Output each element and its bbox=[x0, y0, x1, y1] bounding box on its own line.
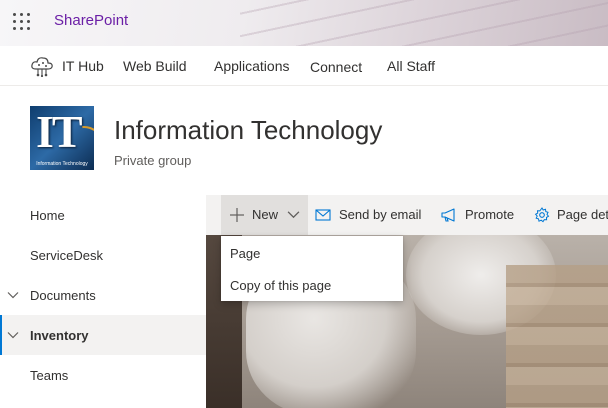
new-menu-item-copy-page[interactable]: Copy of this page bbox=[221, 269, 403, 301]
hub-link-web-build[interactable]: Web Build bbox=[123, 58, 187, 74]
site-logo[interactable]: IT Information Technology bbox=[30, 106, 94, 170]
hub-link-all-staff[interactable]: All Staff bbox=[387, 58, 435, 74]
nav-item-documents[interactable]: Documents bbox=[0, 275, 206, 315]
app-launcher-icon[interactable] bbox=[13, 13, 31, 31]
site-group-type: Private group bbox=[114, 153, 192, 168]
send-by-email-button[interactable]: Send by email bbox=[315, 195, 431, 235]
nav-item-label: Inventory bbox=[30, 328, 89, 343]
nav-item-label: ServiceDesk bbox=[30, 248, 103, 263]
chevron-down-icon bbox=[287, 211, 300, 219]
hero-image-boxes bbox=[506, 265, 608, 408]
suite-bar: SharePoint bbox=[0, 0, 608, 46]
cloud-network-icon[interactable] bbox=[30, 55, 54, 77]
new-menu-dropdown: Page Copy of this page bbox=[221, 236, 403, 301]
promote-label: Promote bbox=[465, 207, 515, 222]
plus-icon bbox=[230, 208, 244, 222]
nav-item-label: Teams bbox=[30, 368, 69, 383]
app-name[interactable]: SharePoint bbox=[54, 12, 128, 29]
suite-bar-background bbox=[240, 0, 608, 46]
nav-item-label: Documents bbox=[30, 288, 96, 303]
new-button-label: New bbox=[252, 207, 279, 222]
hub-link-applications[interactable]: Applications bbox=[214, 58, 290, 74]
command-bar: New Send by email Promote Page details bbox=[206, 195, 608, 235]
hub-nav: IT Hub Web Build Applications Connect Al… bbox=[0, 46, 608, 86]
site-header: IT Information Technology Information Te… bbox=[0, 87, 608, 194]
gear-icon bbox=[534, 207, 550, 223]
chevron-down-icon[interactable] bbox=[7, 329, 19, 341]
page-details-button[interactable]: Page details bbox=[534, 195, 608, 235]
new-menu-item-label: Page bbox=[230, 246, 261, 261]
megaphone-icon bbox=[441, 208, 455, 222]
chevron-down-icon[interactable] bbox=[7, 289, 19, 301]
nav-item-home[interactable]: Home bbox=[0, 195, 206, 235]
send-by-email-label: Send by email bbox=[339, 207, 422, 222]
nav-item-label: Home bbox=[30, 208, 65, 223]
hub-link-connect[interactable]: Connect bbox=[310, 59, 362, 75]
hub-link-it-hub[interactable]: IT Hub bbox=[62, 58, 104, 74]
new-button[interactable]: New bbox=[221, 195, 308, 235]
site-logo-subtext: Information Technology bbox=[36, 161, 88, 167]
nav-item-inventory[interactable]: Inventory bbox=[0, 315, 206, 355]
nav-item-teams[interactable]: Teams bbox=[0, 355, 206, 395]
promote-button[interactable]: Promote bbox=[441, 195, 521, 235]
new-menu-item-page[interactable]: Page bbox=[221, 237, 403, 269]
nav-item-servicedesk[interactable]: ServiceDesk bbox=[0, 235, 206, 275]
page-details-label: Page details bbox=[557, 207, 608, 222]
site-title[interactable]: Information Technology bbox=[114, 115, 382, 146]
new-menu-item-label: Copy of this page bbox=[230, 278, 332, 293]
left-nav: Home ServiceDesk Documents Inventory Tea… bbox=[0, 195, 206, 408]
mail-icon bbox=[315, 209, 331, 221]
